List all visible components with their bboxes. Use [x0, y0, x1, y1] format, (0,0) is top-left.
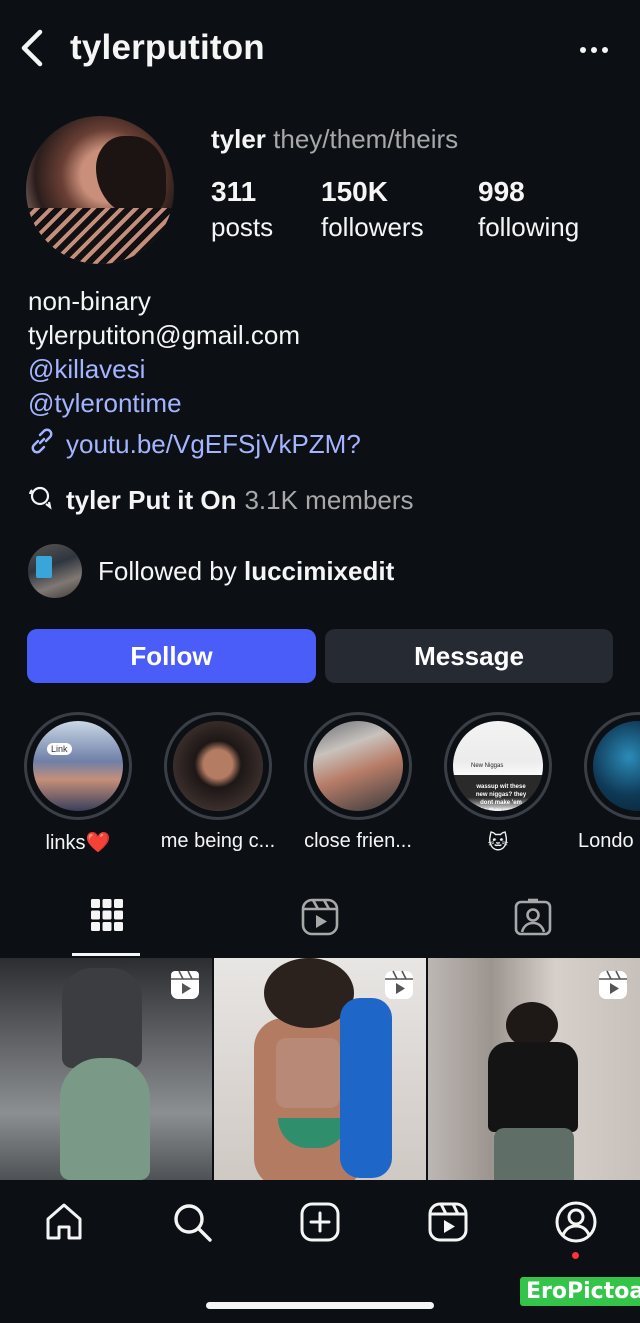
- nav-home[interactable]: [40, 1200, 88, 1248]
- nav-reels[interactable]: [424, 1200, 472, 1248]
- nav-search[interactable]: [168, 1200, 216, 1248]
- bio-mention-link[interactable]: @killavesi: [28, 352, 300, 386]
- reel-badge-icon: [598, 970, 628, 1000]
- tagged-user-icon: [514, 898, 552, 941]
- link-icon: [28, 427, 56, 462]
- broadcast-channel-members: 3.1K members: [244, 485, 414, 515]
- post-thumbnail[interactable]: [0, 958, 212, 1180]
- post-thumbnail[interactable]: [214, 958, 426, 1180]
- highlight-label: close frien...: [304, 830, 412, 852]
- grid-icon: [90, 898, 124, 937]
- stat-following[interactable]: 998 following: [478, 176, 579, 243]
- avatar-hair-shape: [96, 136, 166, 216]
- watermark: EroPictoa: [520, 1277, 640, 1306]
- tab-tagged[interactable]: [426, 890, 639, 958]
- search-icon: [171, 1201, 213, 1248]
- profile-name-line: tyler they/them/theirs: [211, 124, 458, 155]
- highlight-ring: [584, 712, 640, 820]
- highlight-label: Londo: [578, 830, 634, 852]
- highlight-label: 🐱: [487, 832, 509, 854]
- nav-profile[interactable]: [552, 1200, 600, 1248]
- highlight-cover: New Niggas wassup wit these new niggas? …: [453, 721, 543, 811]
- profile-username: tylerputiton: [70, 28, 265, 67]
- highlight-link-sticker: Link: [47, 743, 72, 755]
- tab-reels[interactable]: [213, 890, 426, 958]
- reels-icon: [427, 1201, 469, 1248]
- profile-icon: [554, 1200, 598, 1249]
- more-options-icon[interactable]: [574, 30, 614, 70]
- home-indicator: [206, 1302, 434, 1309]
- highlight-ring: Link: [24, 712, 132, 820]
- create-plus-icon: [299, 1201, 341, 1248]
- stat-posts[interactable]: 311 posts: [211, 176, 273, 243]
- tab-grid[interactable]: [0, 890, 213, 958]
- message-button[interactable]: Message: [325, 629, 613, 683]
- broadcast-channel-name: tyler Put it On: [66, 485, 237, 515]
- highlight-cover: Link: [33, 721, 123, 811]
- highlight-cover-title: New Niggas: [471, 763, 504, 769]
- post-thumbnail[interactable]: [428, 958, 640, 1180]
- avatar-shirt-shape: [26, 208, 174, 264]
- stat-following-label: following: [478, 212, 580, 242]
- stat-followers-count: 150K: [321, 176, 388, 207]
- bio-email: tylerputiton@gmail.com: [28, 320, 301, 350]
- followed-by-prefix: Followed by: [98, 555, 244, 586]
- notification-dot: [572, 1252, 579, 1259]
- highlight-cover: [173, 721, 263, 811]
- bio-line: non-binary: [28, 286, 151, 316]
- bio-mention-link[interactable]: @tylerontime: [28, 386, 300, 420]
- profile-avatar[interactable]: [26, 116, 174, 264]
- highlight-ring: [304, 712, 412, 820]
- profile-bio: non-binary tylerputiton@gmail.com @killa…: [28, 284, 300, 420]
- highlight-cover: [593, 721, 640, 811]
- stat-followers[interactable]: 150K followers: [321, 176, 424, 243]
- highlight-item[interactable]: Londo: [578, 712, 640, 853]
- back-arrow-icon[interactable]: [14, 28, 50, 68]
- stat-following-count: 998: [478, 176, 525, 207]
- highlight-label: links❤️: [45, 832, 111, 854]
- follower-avatar: [28, 544, 82, 598]
- story-highlights: Link links❤️ me being c... close frien..…: [0, 712, 640, 862]
- stat-posts-count: 311: [211, 176, 257, 207]
- profile-name: tyler: [211, 124, 266, 154]
- broadcast-channel-icon: [28, 484, 58, 517]
- stat-posts-label: posts: [211, 212, 274, 242]
- highlight-item[interactable]: Link links❤️: [18, 712, 138, 855]
- home-icon: [43, 1201, 85, 1248]
- highlight-item[interactable]: close frien...: [298, 712, 418, 853]
- highlight-item[interactable]: New Niggas wassup wit these new niggas? …: [438, 712, 558, 855]
- reel-badge-icon: [384, 970, 414, 1000]
- highlight-label: me being c...: [160, 830, 276, 852]
- bio-url-text: youtu.be/VgEFSjVkPZM?: [66, 429, 361, 459]
- bio-url-link[interactable]: youtu.be/VgEFSjVkPZM?: [28, 427, 361, 462]
- highlight-cover-caption: wassup wit these new niggas? they dont m…: [475, 784, 527, 811]
- profile-header: tylerputiton: [0, 0, 640, 100]
- profile-tabs: [0, 890, 640, 958]
- highlight-cover: [313, 721, 403, 811]
- follow-button[interactable]: Follow: [27, 629, 316, 683]
- followed-by-user: luccimixedit: [243, 555, 395, 586]
- stat-followers-label: followers: [321, 212, 424, 242]
- highlight-ring: [164, 712, 272, 820]
- profile-pronouns: they/them/theirs: [273, 124, 459, 154]
- highlight-item[interactable]: me being c...: [158, 712, 278, 853]
- active-tab-indicator: [72, 953, 140, 956]
- followed-by[interactable]: Followed by luccimixedit: [28, 544, 394, 598]
- nav-create[interactable]: [296, 1200, 344, 1248]
- reel-badge-icon: [170, 970, 200, 1000]
- reels-icon: [301, 898, 339, 941]
- highlight-ring: New Niggas wassup wit these new niggas? …: [444, 712, 552, 820]
- broadcast-channel[interactable]: tyler Put it On 3.1K members: [28, 484, 414, 517]
- post-grid: [0, 958, 640, 1180]
